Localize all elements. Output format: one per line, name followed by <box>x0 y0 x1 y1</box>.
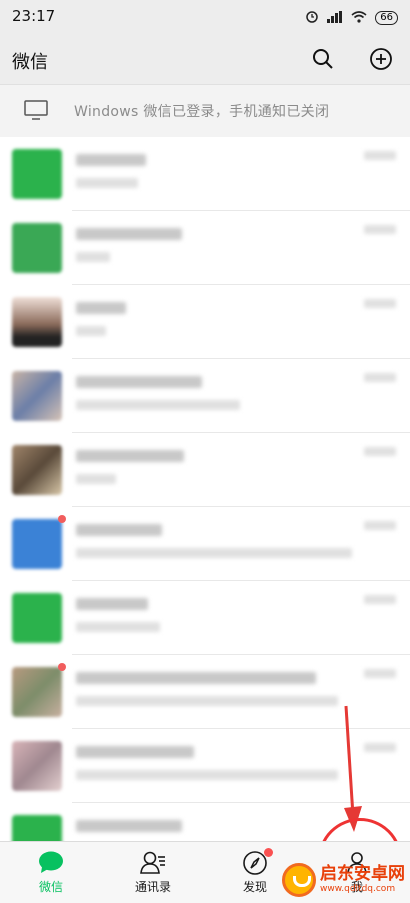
chat-row[interactable] <box>0 359 410 433</box>
unread-dot <box>58 663 66 671</box>
chat-time-obscured <box>364 373 396 382</box>
alarm-icon <box>305 8 319 27</box>
chat-preview-obscured <box>76 474 116 484</box>
tab-label: 通讯录 <box>134 880 171 894</box>
unread-dot <box>58 515 66 523</box>
status-bar: 23:17 66 <box>0 0 410 34</box>
avatar <box>12 593 62 643</box>
chat-name-obscured <box>76 524 162 536</box>
chat-time-obscured <box>364 151 396 160</box>
chat-row[interactable] <box>0 285 410 359</box>
signal-icon <box>327 8 343 27</box>
tab-contacts[interactable]: 通讯录 <box>102 842 204 903</box>
chat-preview-obscured <box>76 326 106 336</box>
chat-name-obscured <box>76 672 316 684</box>
avatar <box>12 667 62 717</box>
chat-bubble-icon <box>37 850 65 878</box>
annotation-arrow-icon <box>344 705 362 832</box>
chat-time-obscured <box>364 299 396 308</box>
add-icon[interactable] <box>369 47 393 71</box>
chat-row[interactable] <box>0 507 410 581</box>
chat-name-obscured <box>76 154 146 166</box>
chat-row[interactable] <box>0 433 410 507</box>
chat-time-obscured <box>364 521 396 530</box>
chat-preview-obscured <box>76 400 240 410</box>
chat-row[interactable] <box>0 137 410 211</box>
app-header: 微信 <box>0 34 410 84</box>
chat-preview-obscured <box>76 770 338 780</box>
avatar <box>12 297 62 347</box>
avatar <box>12 223 62 273</box>
avatar <box>12 815 62 841</box>
chat-row[interactable] <box>0 211 410 285</box>
status-time: 23:17 <box>12 7 56 25</box>
chat-row[interactable] <box>0 581 410 655</box>
chat-preview-obscured <box>76 548 352 558</box>
badge-dot <box>264 848 273 857</box>
wifi-icon <box>351 8 367 27</box>
search-icon[interactable] <box>311 47 335 71</box>
notice-text: Windows 微信已登录，手机通知已关闭 <box>74 104 330 120</box>
battery-icon: 66 <box>375 10 398 25</box>
chat-preview-obscured <box>76 696 338 706</box>
chat-name-obscured <box>76 228 182 240</box>
chat-preview-obscured <box>76 622 160 632</box>
chat-time-obscured <box>364 669 396 678</box>
chat-time-obscured <box>364 225 396 234</box>
watermark-logo-icon <box>282 863 316 897</box>
desktop-login-notice[interactable]: Windows 微信已登录，手机通知已关闭 <box>0 84 410 138</box>
avatar <box>12 149 62 199</box>
page-title: 微信 <box>12 52 48 73</box>
watermark-brand: 启东安卓网 <box>320 864 405 884</box>
monitor-icon <box>24 100 48 124</box>
chat-name-obscured <box>76 376 202 388</box>
chat-name-obscured <box>76 598 148 610</box>
contacts-icon <box>139 850 167 878</box>
chat-name-obscured <box>76 450 184 462</box>
chat-name-obscured <box>76 820 182 832</box>
watermark-url: www.qdltdq.com <box>320 884 396 894</box>
chat-preview-obscured <box>76 252 110 262</box>
chat-time-obscured <box>364 447 396 456</box>
watermark: 启东安卓网 www.qdltdq.com <box>282 858 410 902</box>
chat-name-obscured <box>76 746 194 758</box>
chat-time-obscured <box>364 595 396 604</box>
avatar <box>12 371 62 421</box>
avatar <box>12 741 62 791</box>
tab-chats[interactable]: 微信 <box>0 842 102 903</box>
chat-preview-obscured <box>76 178 138 188</box>
avatar <box>12 519 62 569</box>
chat-name-obscured <box>76 302 126 314</box>
tab-label: 微信 <box>38 880 63 894</box>
chat-time-obscured <box>364 743 396 752</box>
avatar <box>12 445 62 495</box>
